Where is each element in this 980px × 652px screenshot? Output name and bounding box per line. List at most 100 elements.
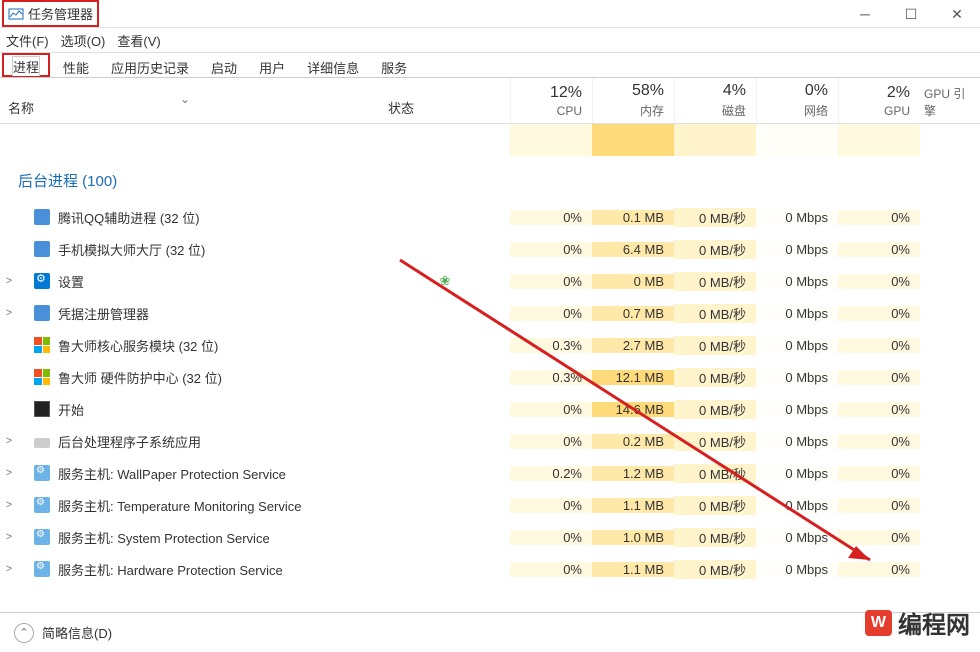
maximize-button[interactable]: ☐ [888, 0, 934, 28]
cell-network: 0 Mbps [756, 210, 838, 225]
process-icon [32, 529, 52, 545]
cell-memory: 0.1 MB [592, 210, 674, 225]
tab-startup[interactable]: 启动 [200, 53, 248, 77]
process-name: 服务主机: Hardware Protection Service [52, 560, 380, 579]
close-button[interactable]: ✕ [934, 0, 980, 28]
process-row[interactable]: >后台处理程序子系统应用0%0.2 MB0 MB/秒0 Mbps0% [0, 425, 980, 457]
watermark: W 编程网 [865, 605, 970, 640]
process-row[interactable]: >服务主机: WallPaper Protection Service0.2%1… [0, 457, 980, 489]
process-name: 鲁大师核心服务模块 (32 位) [52, 336, 380, 355]
cell-network: 0 Mbps [756, 530, 838, 545]
cell-network: 0 Mbps [756, 402, 838, 417]
gpu-pct: 2% [843, 84, 910, 102]
cell-network: 0 Mbps [756, 562, 838, 577]
cell-disk: 0 MB/秒 [674, 272, 756, 291]
tab-performance[interactable]: 性能 [52, 53, 100, 77]
menu-options[interactable]: 选项(O) [61, 31, 106, 50]
titlebar: 任务管理器 ─ ☐ ✕ [0, 0, 980, 28]
spacer-row [0, 124, 980, 156]
cell-memory: 6.4 MB [592, 242, 674, 257]
watermark-logo-icon: W [865, 610, 892, 636]
cell-cpu: 0% [510, 498, 592, 513]
cell-cpu: 0% [510, 210, 592, 225]
process-row[interactable]: 手机模拟大师大厅 (32 位)0%6.4 MB0 MB/秒0 Mbps0% [0, 233, 980, 265]
menu-file[interactable]: 文件(F) [6, 31, 49, 50]
tab-users[interactable]: 用户 [248, 53, 296, 77]
process-list[interactable]: 后台进程 (100) 腾讯QQ辅助进程 (32 位)0%0.1 MB0 MB/秒… [0, 124, 980, 586]
process-row[interactable]: >设置❀0%0 MB0 MB/秒0 Mbps0% [0, 265, 980, 297]
tab-app-history[interactable]: 应用历史记录 [100, 53, 200, 77]
cell-cpu: 0% [510, 402, 592, 417]
cell-network: 0 Mbps [756, 306, 838, 321]
menubar: 文件(F) 选项(O) 查看(V) [0, 28, 980, 52]
col-header-name[interactable]: ⌄ 名称 [0, 78, 380, 123]
cell-memory: 2.7 MB [592, 338, 674, 353]
cell-memory: 1.0 MB [592, 530, 674, 545]
process-row[interactable]: 腾讯QQ辅助进程 (32 位)0%0.1 MB0 MB/秒0 Mbps0% [0, 201, 980, 233]
cell-memory: 0 MB [592, 274, 674, 289]
col-header-network[interactable]: 0% 网络 [756, 78, 838, 123]
group-header-background: 后台进程 (100) [0, 156, 980, 201]
cell-network: 0 Mbps [756, 274, 838, 289]
cell-cpu: 0% [510, 530, 592, 545]
cell-gpu: 0% [838, 530, 920, 545]
expand-icon[interactable]: > [0, 435, 18, 447]
net-pct: 0% [761, 82, 828, 100]
disk-lbl: 磁盘 [679, 102, 746, 119]
col-header-cpu[interactable]: 12%CPU [510, 78, 592, 123]
expand-icon[interactable]: > [0, 531, 18, 543]
process-row[interactable]: >凭据注册管理器0%0.7 MB0 MB/秒0 Mbps0% [0, 297, 980, 329]
expand-icon[interactable]: > [0, 307, 18, 319]
menu-view[interactable]: 查看(V) [117, 31, 160, 50]
process-row[interactable]: >服务主机: System Protection Service0%1.0 MB… [0, 521, 980, 553]
process-row[interactable]: 鲁大师核心服务模块 (32 位)0.3%2.7 MB0 MB/秒0 Mbps0% [0, 329, 980, 361]
col-header-disk[interactable]: 4%磁盘 [674, 78, 756, 123]
expand-icon[interactable]: > [0, 467, 18, 479]
watermark-text: 编程网 [898, 605, 970, 640]
process-row[interactable]: >服务主机: Temperature Monitoring Service0%1… [0, 489, 980, 521]
cell-cpu: 0.3% [510, 338, 592, 353]
window-title: 任务管理器 [28, 4, 93, 23]
col-header-gpu-engine[interactable]: GPU 引擎 [920, 78, 980, 123]
process-icon [32, 305, 52, 321]
net-lbl: 网络 [761, 102, 828, 119]
col-header-status[interactable]: 状态 [380, 78, 510, 123]
cpu-pct: 12% [515, 84, 582, 102]
app-icon [8, 6, 24, 22]
cell-disk: 0 MB/秒 [674, 368, 756, 387]
cell-gpu: 0% [838, 402, 920, 417]
col-header-gpu[interactable]: 2%GPU [838, 78, 920, 123]
cell-network: 0 Mbps [756, 466, 838, 481]
process-name: 鲁大师 硬件防护中心 (32 位) [52, 368, 380, 387]
process-name: 服务主机: WallPaper Protection Service [52, 464, 380, 483]
process-row[interactable]: >服务主机: Hardware Protection Service0%1.1 … [0, 553, 980, 585]
process-icon [32, 369, 52, 385]
tab-services[interactable]: 服务 [370, 53, 418, 77]
cell-disk: 0 MB/秒 [674, 464, 756, 483]
expand-icon[interactable]: > [0, 499, 18, 511]
col-header-memory[interactable]: 58%内存 [592, 78, 674, 123]
tab-processes[interactable]: 进程 [12, 56, 40, 76]
process-row[interactable]: 鲁大师 硬件防护中心 (32 位)0.3%12.1 MB0 MB/秒0 Mbps… [0, 361, 980, 393]
process-name: 凭据注册管理器 [52, 304, 380, 323]
fewer-details-icon[interactable]: ⌃ [14, 623, 34, 643]
cell-disk: 0 MB/秒 [674, 304, 756, 323]
cell-disk: 0 MB/秒 [674, 400, 756, 419]
leaf-icon: ❀ [440, 273, 451, 289]
minimize-button[interactable]: ─ [842, 0, 888, 28]
process-icon [32, 497, 52, 513]
process-name: 后台处理程序子系统应用 [52, 432, 380, 451]
expand-icon[interactable]: > [0, 563, 18, 575]
cell-disk: 0 MB/秒 [674, 496, 756, 515]
tab-details[interactable]: 详细信息 [296, 53, 370, 77]
column-headers: ⌄ 名称 状态 12%CPU 58%内存 4%磁盘 0% 网络 2%GPU GPU… [0, 78, 980, 124]
cell-gpu: 0% [838, 370, 920, 385]
process-icon [32, 561, 52, 577]
expand-icon[interactable]: > [0, 275, 18, 287]
process-name: 开始 [52, 400, 380, 419]
fewer-details-label[interactable]: 简略信息(D) [42, 623, 112, 642]
cell-cpu: 0% [510, 306, 592, 321]
process-row[interactable]: 开始0%14.6 MB0 MB/秒0 Mbps0% [0, 393, 980, 425]
mem-pct: 58% [597, 82, 664, 100]
process-name: 服务主机: System Protection Service [52, 528, 380, 547]
